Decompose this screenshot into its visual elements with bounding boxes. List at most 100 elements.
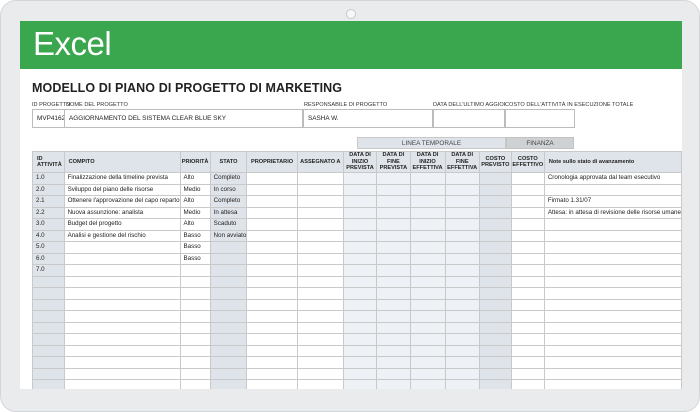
- cell-assigned[interactable]: [296, 264, 344, 277]
- cell-priority[interactable]: Alto: [179, 195, 211, 208]
- cell-status[interactable]: [209, 356, 248, 369]
- cell-priority[interactable]: [179, 333, 211, 346]
- col-header-actual-start[interactable]: DATA DI INIZIO EFFETTIVA: [409, 151, 446, 173]
- cell-notes[interactable]: [543, 367, 682, 380]
- cell-actual-end[interactable]: [444, 241, 480, 254]
- cell-id[interactable]: [32, 356, 65, 369]
- cell-owner[interactable]: [246, 310, 298, 323]
- cell-planned-end[interactable]: [376, 367, 411, 380]
- cell-id[interactable]: 6.0: [32, 252, 65, 265]
- cell-actual-cost[interactable]: [510, 321, 545, 334]
- cell-actual-cost[interactable]: [510, 367, 545, 380]
- cell-planned-end[interactable]: [376, 218, 411, 231]
- cell-actual-cost[interactable]: [510, 195, 545, 208]
- cell-notes[interactable]: [543, 356, 682, 369]
- cell-actual-end[interactable]: [444, 298, 480, 311]
- cell-notes[interactable]: [543, 344, 682, 357]
- cell-actual-end[interactable]: [444, 367, 480, 380]
- cell-status[interactable]: [209, 287, 248, 300]
- cell-planned-cost[interactable]: [478, 172, 512, 185]
- cell-planned-end[interactable]: [376, 241, 411, 254]
- cell-planned-end[interactable]: [376, 356, 411, 369]
- cell-status[interactable]: [209, 321, 248, 334]
- cell-planned-start[interactable]: [342, 172, 378, 185]
- cell-actual-cost[interactable]: [510, 183, 545, 196]
- cell-owner[interactable]: [246, 287, 298, 300]
- cell-task[interactable]: [63, 264, 181, 277]
- cell-id[interactable]: 7.0: [32, 264, 65, 277]
- cell-planned-cost[interactable]: [478, 241, 512, 254]
- cell-actual-cost[interactable]: [510, 275, 545, 288]
- total-cost-field[interactable]: [505, 109, 575, 128]
- cell-actual-start[interactable]: [409, 298, 446, 311]
- cell-actual-start[interactable]: [409, 206, 446, 219]
- cell-planned-end[interactable]: [376, 275, 411, 288]
- cell-id[interactable]: [32, 344, 65, 357]
- cell-owner[interactable]: [246, 275, 298, 288]
- cell-notes[interactable]: [543, 310, 682, 323]
- cell-actual-start[interactable]: [409, 367, 446, 380]
- cell-owner[interactable]: [246, 333, 298, 346]
- cell-actual-cost[interactable]: [510, 379, 545, 389]
- cell-assigned[interactable]: [296, 287, 344, 300]
- project-id-field[interactable]: MVP4162: [32, 109, 65, 128]
- cell-status[interactable]: [209, 264, 248, 277]
- cell-owner[interactable]: [246, 356, 298, 369]
- cell-task[interactable]: [63, 367, 181, 380]
- cell-planned-start[interactable]: [342, 333, 378, 346]
- cell-assigned[interactable]: [296, 367, 344, 380]
- cell-owner[interactable]: [246, 344, 298, 357]
- cell-planned-start[interactable]: [342, 218, 378, 231]
- cell-actual-cost[interactable]: [510, 206, 545, 219]
- cell-actual-start[interactable]: [409, 287, 446, 300]
- col-header-planned-cost[interactable]: COSTO PREVISTO: [478, 151, 512, 173]
- cell-id[interactable]: 2.1: [32, 195, 65, 208]
- cell-planned-cost[interactable]: [478, 275, 512, 288]
- cell-notes[interactable]: [543, 229, 682, 242]
- cell-actual-end[interactable]: [444, 252, 480, 265]
- cell-planned-start[interactable]: [342, 183, 378, 196]
- cell-id[interactable]: [32, 287, 65, 300]
- cell-actual-end[interactable]: [444, 287, 480, 300]
- cell-notes[interactable]: [543, 264, 682, 277]
- cell-status[interactable]: Non avviato: [209, 229, 248, 242]
- cell-actual-start[interactable]: [409, 333, 446, 346]
- cell-priority[interactable]: [179, 356, 211, 369]
- cell-actual-cost[interactable]: [510, 310, 545, 323]
- cell-priority[interactable]: [179, 310, 211, 323]
- cell-planned-end[interactable]: [376, 379, 411, 389]
- cell-notes[interactable]: Cronologia approvata dal team esecutivo: [543, 172, 682, 185]
- col-header-notes[interactable]: Note sullo stato di avanzamento: [543, 151, 682, 173]
- col-header-planned-start[interactable]: DATA DI INIZIO PREVISTA: [342, 151, 378, 173]
- cell-actual-end[interactable]: [444, 264, 480, 277]
- cell-task[interactable]: [63, 379, 181, 389]
- cell-task[interactable]: [63, 252, 181, 265]
- cell-actual-start[interactable]: [409, 344, 446, 357]
- cell-task[interactable]: [63, 287, 181, 300]
- cell-status[interactable]: [209, 344, 248, 357]
- cell-notes[interactable]: [543, 252, 682, 265]
- cell-id[interactable]: 3.0: [32, 218, 65, 231]
- cell-planned-cost[interactable]: [478, 367, 512, 380]
- cell-notes[interactable]: [543, 333, 682, 346]
- cell-actual-start[interactable]: [409, 241, 446, 254]
- cell-actual-start[interactable]: [409, 195, 446, 208]
- cell-status[interactable]: [209, 310, 248, 323]
- cell-planned-end[interactable]: [376, 344, 411, 357]
- cell-task[interactable]: Finalizzazione della timeline prevista: [63, 172, 181, 185]
- cell-actual-start[interactable]: [409, 264, 446, 277]
- cell-actual-cost[interactable]: [510, 287, 545, 300]
- cell-task[interactable]: [63, 310, 181, 323]
- cell-status[interactable]: In attesa: [209, 206, 248, 219]
- cell-planned-cost[interactable]: [478, 298, 512, 311]
- cell-planned-cost[interactable]: [478, 195, 512, 208]
- cell-actual-cost[interactable]: [510, 218, 545, 231]
- cell-id[interactable]: [32, 310, 65, 323]
- col-header-id[interactable]: ID ATTIVITÀ: [32, 151, 65, 173]
- cell-assigned[interactable]: [296, 218, 344, 231]
- cell-planned-end[interactable]: [376, 321, 411, 334]
- cell-owner[interactable]: [246, 206, 298, 219]
- project-name-field[interactable]: AGGIORNAMENTO DEL SISTEMA CLEAR BLUE SKY: [64, 109, 303, 128]
- cell-planned-cost[interactable]: [478, 344, 512, 357]
- cell-planned-end[interactable]: [376, 333, 411, 346]
